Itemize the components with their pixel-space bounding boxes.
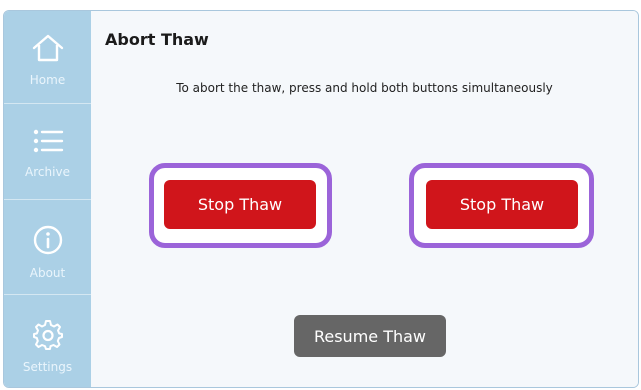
app-window: Home Archive About Settings Abort Thaw T… xyxy=(3,10,639,388)
gear-icon xyxy=(4,318,91,354)
home-icon xyxy=(4,33,91,67)
sidebar-item-label: Home xyxy=(29,73,66,87)
main-panel: Abort Thaw To abort the thaw, press and … xyxy=(91,11,638,387)
sidebar-item-label: About xyxy=(29,266,66,280)
sidebar-item-home[interactable]: Home xyxy=(4,33,91,87)
sidebar-item-about[interactable]: About xyxy=(4,224,91,280)
sidebar-divider xyxy=(4,294,91,295)
stop-thaw-button-right[interactable]: Stop Thaw xyxy=(426,180,578,229)
stop-thaw-button-left[interactable]: Stop Thaw xyxy=(164,180,316,229)
sidebar-divider xyxy=(4,103,91,104)
sidebar-divider xyxy=(4,199,91,200)
page-title: Abort Thaw xyxy=(105,30,209,49)
sidebar-item-archive[interactable]: Archive xyxy=(4,127,91,179)
instruction-text: To abort the thaw, press and hold both b… xyxy=(176,81,553,95)
sidebar: Home Archive About Settings xyxy=(4,11,91,387)
list-icon xyxy=(4,127,91,159)
sidebar-item-settings[interactable]: Settings xyxy=(4,318,91,374)
resume-thaw-button[interactable]: Resume Thaw xyxy=(294,315,446,357)
sidebar-item-label: Archive xyxy=(25,165,70,179)
sidebar-item-label: Settings xyxy=(22,360,73,374)
info-icon xyxy=(4,224,91,260)
